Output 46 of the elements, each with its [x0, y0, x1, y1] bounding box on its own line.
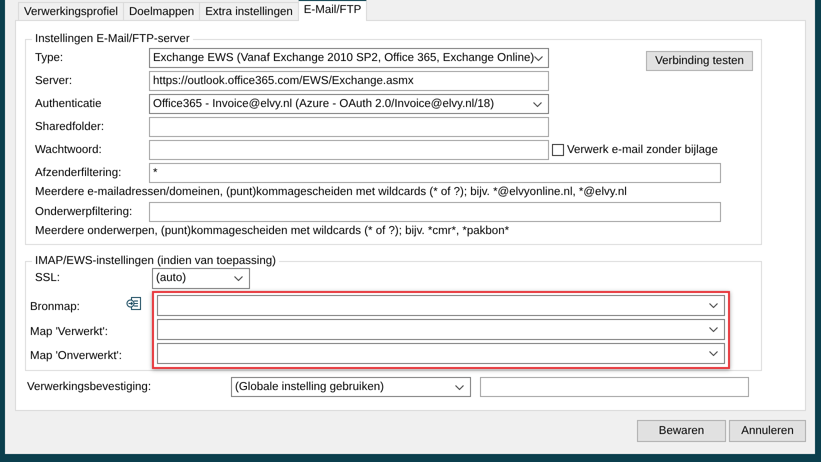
tab[interactable]: E-Mail/FTP: [298, 0, 368, 21]
chevron-icon: [709, 303, 718, 308]
browse-folder-icon[interactable]: [126, 296, 141, 311]
input-field[interactable]: [480, 377, 749, 397]
chevron-icon: [709, 351, 718, 356]
field-label: Map 'Onverwerkt':: [30, 350, 123, 362]
field-label: Authenticatie: [35, 98, 102, 110]
group-title: Instellingen E-Mail/FTP-server: [34, 33, 191, 45]
checkbox[interactable]: [552, 144, 564, 156]
dialog-button[interactable]: Annuleren: [729, 420, 806, 442]
group-title: IMAP/EWS-instellingen (indien van toepassing): [34, 255, 277, 267]
field-label: Wachtwoord:: [35, 144, 103, 156]
input-field[interactable]: [149, 117, 549, 137]
hint-text: Meerdere onderwerpen, (punt)kommagescheiden met wildcards (* of ?); bijv. *cmr*, *pakbon*: [35, 224, 510, 238]
input-field[interactable]: https://outlook.office365.com/EWS/Exchange.asmx: [149, 71, 549, 91]
field-label: SSL:: [35, 272, 61, 284]
chevron-icon: [234, 276, 243, 280]
dialog-button[interactable]: Bewaren: [637, 420, 726, 442]
field-label: Verwerkingsbevestiging:: [27, 381, 152, 393]
chevron-icon: [455, 384, 464, 390]
checkbox-label: Verwerk e-mail zonder bijlage: [567, 144, 718, 156]
tab[interactable]: Extra instellingen: [199, 2, 299, 20]
field-label: Map 'Verwerkt':: [30, 326, 109, 338]
test-connection-button[interactable]: Verbinding testen: [646, 51, 753, 71]
dropdown[interactable]: Exchange EWS (Vanaf Exchange 2010 SP2, Office 365, Exchange Online): [149, 48, 549, 68]
dropdown[interactable]: [157, 343, 725, 364]
chevron-icon: [534, 56, 544, 60]
hint-text: Meerdere e-mailadressen/domeinen, (punt)kommagescheiden met wildcards (* of ?); bijv. *@elvyonline.nl, *@elvy.nl: [35, 185, 628, 199]
field-label: Type:: [35, 52, 64, 64]
field-label: Bronmap:: [30, 301, 81, 314]
tab[interactable]: Doelmappen: [122, 2, 200, 20]
input-field[interactable]: *: [149, 163, 721, 183]
field-label: Server:: [35, 75, 74, 87]
dropdown[interactable]: [157, 319, 725, 340]
field-label: Sharedfolder:: [35, 121, 106, 133]
input-field[interactable]: [149, 202, 721, 222]
input-field[interactable]: [149, 140, 549, 160]
dropdown[interactable]: (auto): [152, 268, 250, 288]
chevron-icon: [533, 102, 542, 106]
chevron-icon: [709, 327, 718, 332]
field-label: Onderwerpfiltering:: [35, 206, 134, 218]
tab[interactable]: Verwerkingsprofiel: [18, 2, 124, 20]
dropdown[interactable]: [157, 295, 725, 316]
dropdown[interactable]: (Globale instelling gebruiken): [231, 377, 471, 397]
field-label: Afzenderfiltering:: [35, 167, 122, 179]
dropdown[interactable]: Office365 - Invoice@elvy.nl (Azure - OAuth 2.0/Invoice@elvy.nl/18): [149, 94, 549, 114]
